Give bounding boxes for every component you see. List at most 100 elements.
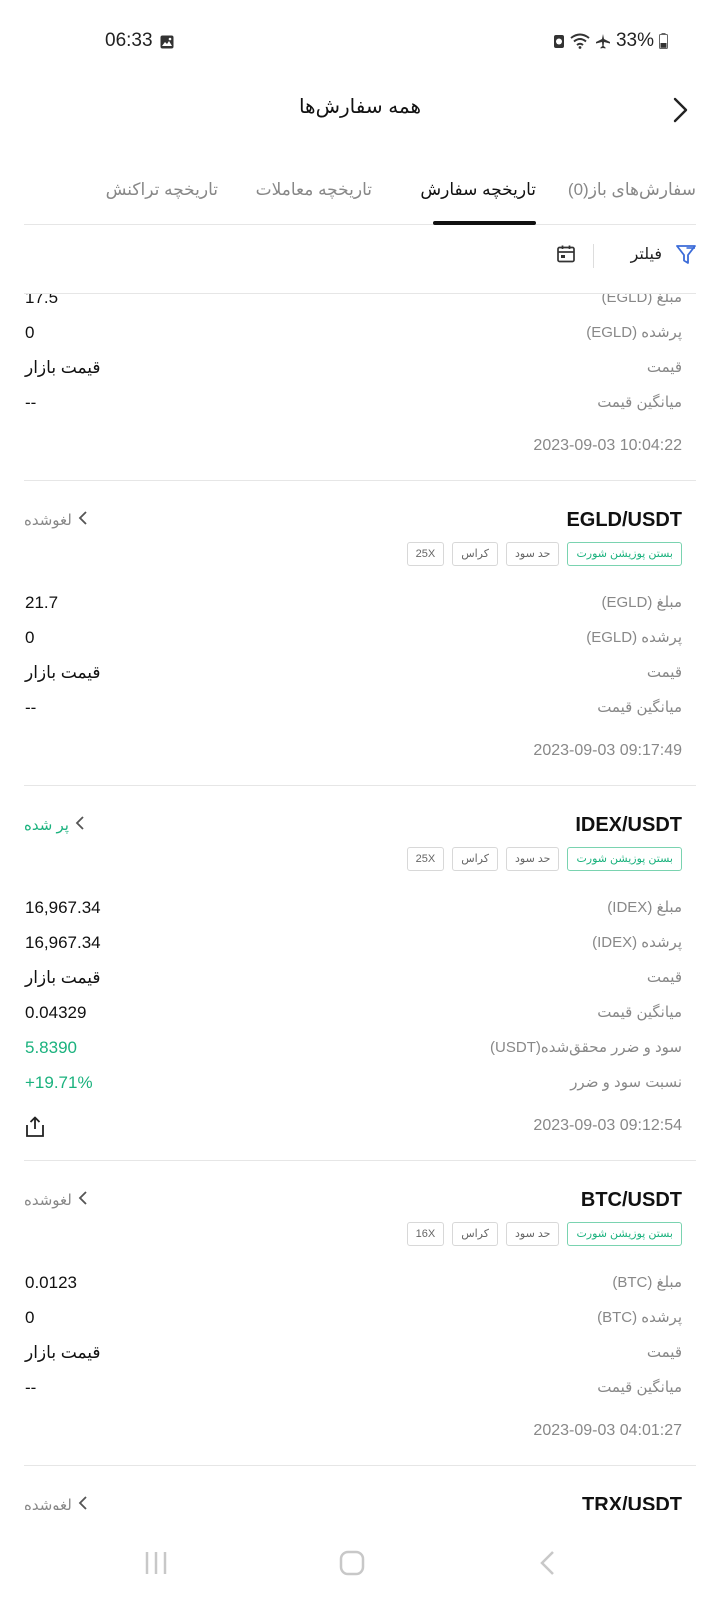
order-status: لغوشده xyxy=(24,1192,72,1209)
chevron-left-icon xyxy=(78,511,88,529)
avg-price-value: -- xyxy=(25,698,37,717)
wifi-icon xyxy=(570,33,590,49)
separator xyxy=(24,785,696,786)
tag-close-short: بستن پوزیشن شورت xyxy=(567,847,682,871)
separator xyxy=(24,1160,696,1161)
filled-label: پرشده (BTC) xyxy=(597,1309,682,1326)
filled-value: 0 xyxy=(25,628,35,647)
order-tabs: سفارش‌های باز(0) تاریخچه سفارش تاریخچه م… xyxy=(24,170,696,225)
order-status: لغوشده xyxy=(24,512,72,529)
chevron-left-icon xyxy=(78,1496,88,1510)
order-tags: بستن پوزیشن شورت حد سود کراس 25X xyxy=(406,847,682,871)
avg-price-value: -- xyxy=(25,393,37,412)
order-date: 2023-09-03 04:01:27 xyxy=(533,1422,682,1439)
filled-label: پرشده (EGLD) xyxy=(586,629,682,646)
order-date: 2023-09-03 10:04:22 xyxy=(533,437,682,454)
order-pair: IDEX/USDT xyxy=(575,814,682,836)
price-value: قیمت بازار xyxy=(25,1343,101,1362)
order-pair: BTC/USDT xyxy=(580,1189,682,1211)
avg-price-label: میانگین قیمت xyxy=(597,1004,682,1021)
realized-pnl-value: 5.8390 xyxy=(25,1038,77,1057)
filled-label: پرشده (EGLD) xyxy=(586,324,682,341)
order-list[interactable]: مبلغ (EGLD) 17.5 پرشده (EGLD) 0 قیمت قیم… xyxy=(0,294,720,1510)
amount-label: مبلغ (EGLD) xyxy=(601,294,682,306)
filled-label: پرشده (IDEX) xyxy=(592,934,682,951)
price-label: قیمت xyxy=(646,969,682,986)
tag-close-short: بستن پوزیشن شورت xyxy=(567,1222,682,1246)
status-indicators: 33% xyxy=(553,30,668,52)
order-status: پر شده xyxy=(24,817,69,834)
filled-value: 0 xyxy=(25,1308,35,1327)
tab-open-orders[interactable]: سفارش‌های باز(0) xyxy=(568,180,696,200)
tag-cross: کراس xyxy=(452,847,498,871)
calendar-icon[interactable] xyxy=(556,244,576,269)
battery-icon xyxy=(659,33,668,49)
tab-order-history[interactable]: تاریخچه سفارش xyxy=(420,180,536,200)
pnl-ratio-label: نسبت سود و ضرر xyxy=(570,1074,682,1091)
funnel-icon[interactable] xyxy=(676,244,696,271)
active-tab-indicator xyxy=(433,221,536,225)
tag-leverage: 25X xyxy=(406,847,445,871)
avg-price-label: میانگین قیمت xyxy=(597,1379,682,1396)
amount-value: 17.5 xyxy=(25,294,59,307)
home-icon[interactable] xyxy=(339,1550,365,1581)
filled-value: 16,967.34 xyxy=(25,933,101,952)
gallery-icon xyxy=(160,35,174,54)
filled-value: 0 xyxy=(25,323,35,342)
order-status-link[interactable]: لغوشده xyxy=(24,1191,88,1209)
filter-divider xyxy=(593,244,594,268)
amount-value: 21.7 xyxy=(25,593,59,612)
system-navigation-bar xyxy=(0,1530,720,1600)
amount-label: مبلغ (BTC) xyxy=(612,1274,682,1291)
order-status-link[interactable]: پر شده xyxy=(24,816,85,834)
avg-price-label: میانگین قیمت xyxy=(597,699,682,716)
amount-label: مبلغ (IDEX) xyxy=(607,899,682,916)
price-label: قیمت xyxy=(646,1344,682,1361)
tag-leverage: 25X xyxy=(406,542,445,566)
amount-value: 16,967.34 xyxy=(25,898,101,917)
order-status-link[interactable]: لغوشده xyxy=(24,1496,88,1510)
page-title: همه سفارش‌ها xyxy=(298,96,422,118)
tag-leverage: 16X xyxy=(406,1222,445,1246)
alarm-icon xyxy=(553,33,565,49)
order-tags: بستن پوزیشن شورت حد سود کراس 16X xyxy=(406,1222,682,1246)
tab-trade-history[interactable]: تاریخچه معاملات xyxy=(256,180,372,200)
avg-price-value: -- xyxy=(25,1378,37,1397)
airplane-mode-icon xyxy=(595,33,611,49)
tag-close-short: بستن پوزیشن شورت xyxy=(567,542,682,566)
tag-take-profit: حد سود xyxy=(506,847,560,871)
order-tags: بستن پوزیشن شورت حد سود کراس 25X xyxy=(406,542,682,566)
avg-price-label: میانگین قیمت xyxy=(597,394,682,411)
tag-take-profit: حد سود xyxy=(506,542,560,566)
realized-pnl-label: سود و ضرر محقق‌شده(USDT) xyxy=(490,1039,682,1056)
price-label: قیمت xyxy=(646,664,682,681)
amount-label: مبلغ (EGLD) xyxy=(601,594,682,611)
filter-button[interactable]: فیلتر xyxy=(631,244,662,264)
tag-cross: کراس xyxy=(452,542,498,566)
order-date: 2023-09-03 09:17:49 xyxy=(533,742,682,759)
price-value: قیمت بازار xyxy=(25,358,101,377)
price-label: قیمت xyxy=(646,359,682,376)
order-status: لغوشده xyxy=(24,1497,72,1510)
avg-price-value: 0.04329 xyxy=(25,1003,87,1022)
chevron-left-icon xyxy=(78,1191,88,1209)
back-button[interactable] xyxy=(668,96,692,124)
order-pair: EGLD/USDT xyxy=(566,509,682,531)
order-pair: TRX/USDT xyxy=(582,1494,682,1510)
battery-percent: 33% xyxy=(615,30,654,51)
separator xyxy=(24,1465,696,1466)
chevron-left-icon xyxy=(75,816,85,834)
filter-row: فیلتر xyxy=(24,230,696,284)
tab-transaction-history[interactable]: تاریخچه تراکنش xyxy=(106,180,218,200)
order-date: 2023-09-03 09:12:54 xyxy=(533,1117,682,1134)
price-value: قیمت بازار xyxy=(25,663,101,682)
chevron-right-icon xyxy=(668,97,692,128)
recent-apps-icon[interactable] xyxy=(144,1550,168,1581)
price-value: قیمت بازار xyxy=(25,968,101,987)
back-nav-icon[interactable] xyxy=(538,1550,558,1581)
share-icon[interactable] xyxy=(25,1116,45,1143)
separator xyxy=(24,480,696,481)
status-bar: 06:33 33% xyxy=(0,0,720,88)
tag-take-profit: حد سود xyxy=(506,1222,560,1246)
order-status-link[interactable]: لغوشده xyxy=(24,511,88,529)
